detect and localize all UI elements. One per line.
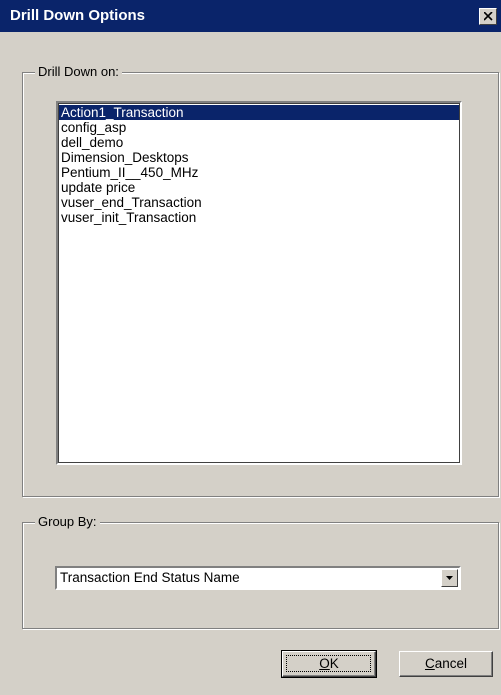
group-by-select[interactable]: Transaction End Status Name bbox=[55, 566, 461, 590]
list-item[interactable]: update price bbox=[59, 180, 459, 195]
group-by-legend: Group By: bbox=[35, 514, 100, 529]
list-item[interactable]: Dimension_Desktops bbox=[59, 150, 459, 165]
dialog-title: Drill Down Options bbox=[10, 7, 145, 24]
list-item[interactable]: dell_demo bbox=[59, 135, 459, 150]
list-item[interactable]: config_asp bbox=[59, 120, 459, 135]
drill-down-options-dialog: Drill Down Options Drill Down on: Action… bbox=[0, 0, 501, 695]
ok-mnemonic: O bbox=[319, 656, 330, 671]
ok-button[interactable]: OK bbox=[281, 650, 377, 678]
ok-label: OK bbox=[319, 656, 339, 671]
drill-down-items: Action1_Transaction config_asp dell_demo Di… bbox=[59, 105, 459, 225]
cancel-label-rest: ancel bbox=[434, 656, 468, 671]
drill-down-legend: Drill Down on: bbox=[35, 64, 122, 79]
list-item[interactable]: vuser_init_Transaction bbox=[59, 210, 459, 225]
chevron-down-icon bbox=[446, 576, 453, 580]
cancel-mnemonic: C bbox=[424, 656, 435, 671]
list-item[interactable]: vuser_end_Transaction bbox=[59, 195, 459, 210]
list-item[interactable]: Pentium_II__450_MHz bbox=[59, 165, 459, 180]
title-bar[interactable]: Drill Down Options bbox=[0, 0, 501, 32]
ok-label-rest: K bbox=[329, 656, 339, 671]
close-button[interactable] bbox=[479, 8, 497, 25]
close-icon bbox=[484, 12, 493, 21]
cancel-button[interactable]: Cancel bbox=[399, 651, 493, 677]
drill-down-list[interactable]: Action1_Transaction config_asp dell_demo Di… bbox=[56, 101, 462, 465]
list-item[interactable]: Action1_Transaction bbox=[59, 105, 459, 120]
dropdown-button[interactable] bbox=[441, 569, 458, 587]
group-by-value: Transaction End Status Name bbox=[60, 570, 240, 585]
cancel-label: Cancel bbox=[425, 656, 467, 671]
